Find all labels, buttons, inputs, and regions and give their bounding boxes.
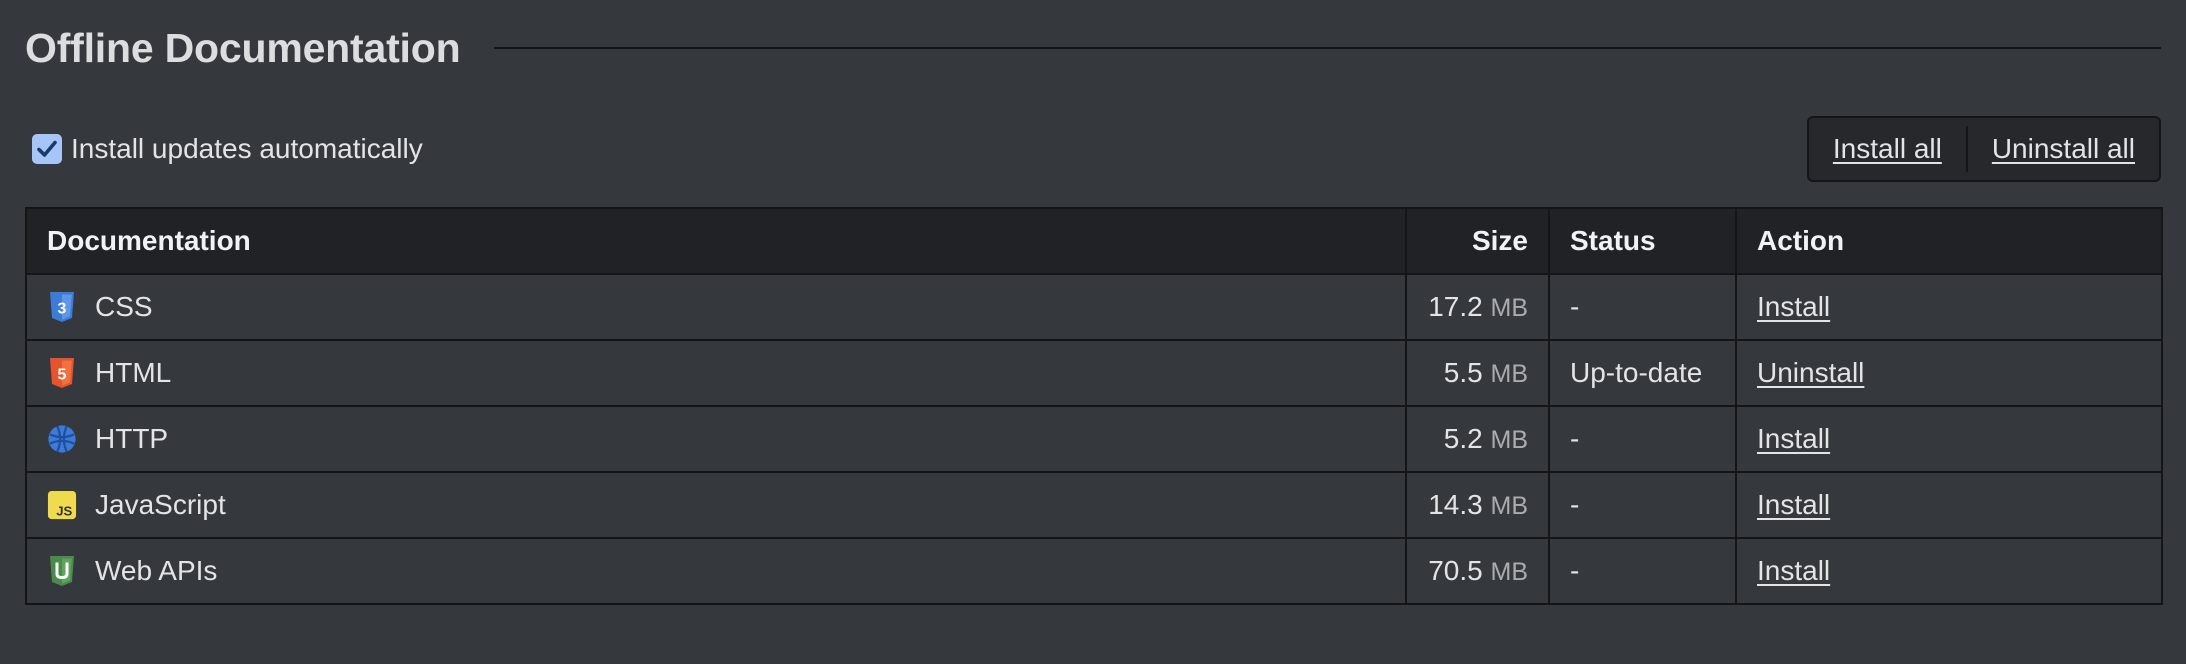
javascript-icon: JS xyxy=(47,489,77,521)
doc-size-cell: 5.5 MB xyxy=(1405,339,1550,407)
bulk-actions-group: Install all Uninstall all xyxy=(1806,116,2161,182)
controls-row: Install updates automatically Install al… xyxy=(25,116,2161,182)
column-header-size: Size xyxy=(1405,207,1550,275)
doc-status-cell: - xyxy=(1548,471,1737,539)
doc-size-unit: MB xyxy=(1490,294,1529,322)
doc-name: Web APIs xyxy=(95,555,218,586)
section-divider xyxy=(494,47,2161,49)
bulk-actions-divider xyxy=(1965,126,1968,172)
doc-action-cell: Install xyxy=(1735,537,2163,605)
table-row: HTTP 5.2 MB - Install xyxy=(25,405,2163,473)
doc-name: HTTP xyxy=(95,423,169,454)
doc-size-unit: MB xyxy=(1490,492,1529,520)
doc-status-cell: Up-to-date xyxy=(1548,339,1737,407)
install-all-button[interactable]: Install all xyxy=(1833,133,1942,165)
doc-size-cell: 5.2 MB xyxy=(1405,405,1550,473)
table-row: Web APIs 70.5 MB - Install xyxy=(25,537,2163,605)
doc-name: HTML xyxy=(95,357,172,388)
doc-size-cell: 70.5 MB xyxy=(1405,537,1550,605)
install-http-button[interactable]: Install xyxy=(1757,423,1830,454)
install-web-apis-button[interactable]: Install xyxy=(1757,555,1830,586)
doc-size-unit: MB xyxy=(1490,426,1529,454)
doc-size-value: 17.2 xyxy=(1428,291,1483,322)
uninstall-all-button[interactable]: Uninstall all xyxy=(1992,133,2135,165)
auto-update-checkbox[interactable] xyxy=(32,134,62,164)
doc-size-cell: 14.3 MB xyxy=(1405,471,1550,539)
table-header-row: Documentation Size Status Action xyxy=(25,207,2163,275)
doc-status-cell: - xyxy=(1548,273,1737,341)
doc-size-unit: MB xyxy=(1490,558,1529,586)
doc-name-cell: 5 HTML xyxy=(25,339,1407,407)
doc-action-cell: Uninstall xyxy=(1735,339,2163,407)
install-javascript-button[interactable]: Install xyxy=(1757,489,1830,520)
column-header-action: Action xyxy=(1735,207,2163,275)
auto-update-toggle[interactable]: Install updates automatically xyxy=(32,133,423,165)
section-header: Offline Documentation xyxy=(25,18,2161,78)
section-title: Offline Documentation xyxy=(25,24,461,71)
doc-name: CSS xyxy=(95,291,153,322)
doc-size-value: 70.5 xyxy=(1428,555,1483,586)
table-row: JS JavaScript 14.3 MB - Install xyxy=(25,471,2163,539)
install-css-button[interactable]: Install xyxy=(1757,291,1830,322)
auto-update-label: Install updates automatically xyxy=(71,133,423,164)
doc-action-cell: Install xyxy=(1735,273,2163,341)
column-header-documentation: Documentation xyxy=(25,207,1407,275)
doc-action-cell: Install xyxy=(1735,471,2163,539)
doc-name-cell: Web APIs xyxy=(25,537,1407,605)
globe-icon xyxy=(47,423,77,455)
web-apis-icon xyxy=(47,555,77,587)
doc-name-cell: JS JavaScript xyxy=(25,471,1407,539)
doc-size-value: 14.3 xyxy=(1428,489,1483,520)
doc-size-value: 5.2 xyxy=(1443,423,1483,454)
checkmark-icon xyxy=(37,140,57,157)
doc-size-cell: 17.2 MB xyxy=(1405,273,1550,341)
table-row: 5 HTML 5.5 MB Up-to-date Uninstall xyxy=(25,339,2163,407)
doc-action-cell: Install xyxy=(1735,405,2163,473)
doc-size-unit: MB xyxy=(1490,360,1529,388)
uninstall-html-button[interactable]: Uninstall xyxy=(1757,357,1864,388)
svg-text:3: 3 xyxy=(58,301,67,318)
svg-text:JS: JS xyxy=(56,503,72,518)
column-header-status: Status xyxy=(1548,207,1737,275)
doc-status-cell: - xyxy=(1548,537,1737,605)
doc-size-value: 5.5 xyxy=(1443,357,1483,388)
doc-name-cell: HTTP xyxy=(25,405,1407,473)
html5-icon: 5 xyxy=(47,357,77,389)
doc-name-cell: 3 CSS xyxy=(25,273,1407,341)
documentation-table: Documentation Size Status Action 3 CSS 1… xyxy=(25,207,2163,605)
svg-text:5: 5 xyxy=(58,367,67,384)
doc-name: JavaScript xyxy=(95,489,226,520)
table-row: 3 CSS 17.2 MB - Install xyxy=(25,273,2163,341)
css3-icon: 3 xyxy=(47,291,77,323)
doc-status-cell: - xyxy=(1548,405,1737,473)
